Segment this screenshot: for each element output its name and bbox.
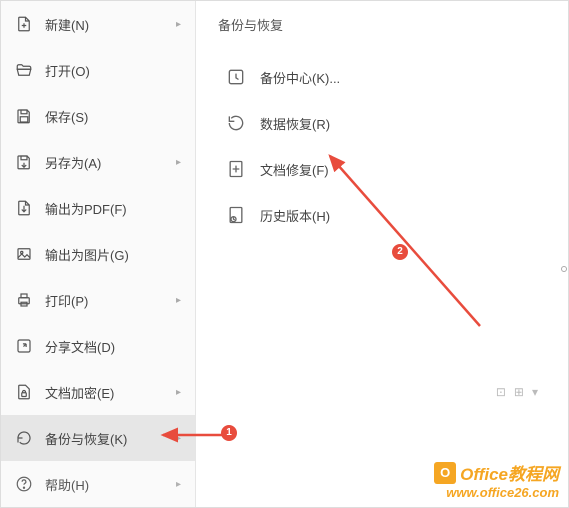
- menu-save[interactable]: 保存(S): [1, 93, 195, 139]
- sub-label: 文档修复(F): [260, 160, 538, 179]
- menu-export-pdf[interactable]: 输出为PDF(F): [1, 185, 195, 231]
- menu-label: 输出为图片(G): [45, 245, 181, 264]
- content-title: 备份与恢复: [216, 15, 548, 34]
- content-panel: 备份与恢复 备份中心(K)... 数据恢复(R) 文档修复(F) 历史版本(H): [196, 1, 568, 507]
- chevron-right-icon: ▸: [176, 295, 181, 306]
- chevron-right-icon: ▸: [176, 433, 181, 444]
- menu-save-as[interactable]: 另存为(A) ▸: [1, 139, 195, 185]
- chevron-right-icon: ▸: [176, 479, 181, 490]
- menu-label: 保存(S): [45, 107, 181, 126]
- footer-icon: ⊡: [496, 385, 506, 399]
- sidebar: 新建(N) ▸ 打开(O) 保存(S) 另存为(A) ▸: [1, 1, 196, 507]
- menu-help[interactable]: 帮助(H) ▸: [1, 461, 195, 507]
- menu-encrypt[interactable]: 文档加密(E) ▸: [1, 369, 195, 415]
- sub-doc-repair[interactable]: 文档修复(F): [216, 146, 548, 192]
- menu-share[interactable]: 分享文档(D): [1, 323, 195, 369]
- menu-print[interactable]: 打印(P) ▸: [1, 277, 195, 323]
- menu-label: 另存为(A): [45, 153, 176, 172]
- data-recovery-icon: [226, 113, 246, 133]
- menu-label: 分享文档(D): [45, 337, 181, 356]
- menu-label: 打开(O): [45, 61, 181, 80]
- help-icon: [15, 475, 33, 493]
- sub-data-recovery[interactable]: 数据恢复(R): [216, 100, 548, 146]
- annotation-badge-1: 1: [221, 425, 237, 441]
- doc-repair-icon: [226, 159, 246, 179]
- footer-icons: ⊡ ⊞ ▾: [496, 385, 538, 399]
- resize-handle[interactable]: [560, 261, 568, 277]
- folder-open-icon: [15, 61, 33, 79]
- menu-backup-restore[interactable]: 备份与恢复(K) ▸: [1, 415, 195, 461]
- menu-label: 文档加密(E): [45, 383, 176, 402]
- annotation-badge-2: 2: [392, 244, 408, 260]
- history-icon: [226, 205, 246, 225]
- menu-new[interactable]: 新建(N) ▸: [1, 1, 195, 47]
- export-image-icon: [15, 245, 33, 263]
- sub-label: 历史版本(H): [260, 206, 538, 225]
- menu-label: 输出为PDF(F): [45, 199, 181, 218]
- menu-export-image[interactable]: 输出为图片(G): [1, 231, 195, 277]
- chevron-right-icon: ▸: [176, 387, 181, 398]
- new-file-icon: [15, 15, 33, 33]
- menu-label: 帮助(H): [45, 475, 176, 494]
- save-icon: [15, 107, 33, 125]
- sub-label: 数据恢复(R): [260, 114, 538, 133]
- backup-center-icon: [226, 67, 246, 87]
- chevron-right-icon: ▸: [176, 157, 181, 168]
- chevron-right-icon: ▸: [176, 19, 181, 30]
- sub-backup-center[interactable]: 备份中心(K)...: [216, 54, 548, 100]
- sub-history-versions[interactable]: 历史版本(H): [216, 192, 548, 238]
- menu-label: 备份与恢复(K): [45, 429, 176, 448]
- menu-label: 新建(N): [45, 15, 176, 34]
- menu-open[interactable]: 打开(O): [1, 47, 195, 93]
- backup-restore-icon: [15, 429, 33, 447]
- share-icon: [15, 337, 33, 355]
- sub-label: 备份中心(K)...: [260, 68, 538, 87]
- footer-icon: ⊞: [514, 385, 524, 399]
- footer-icon: ▾: [532, 385, 538, 399]
- menu-label: 打印(P): [45, 291, 176, 310]
- lock-file-icon: [15, 383, 33, 401]
- save-as-icon: [15, 153, 33, 171]
- print-icon: [15, 291, 33, 309]
- export-pdf-icon: [15, 199, 33, 217]
